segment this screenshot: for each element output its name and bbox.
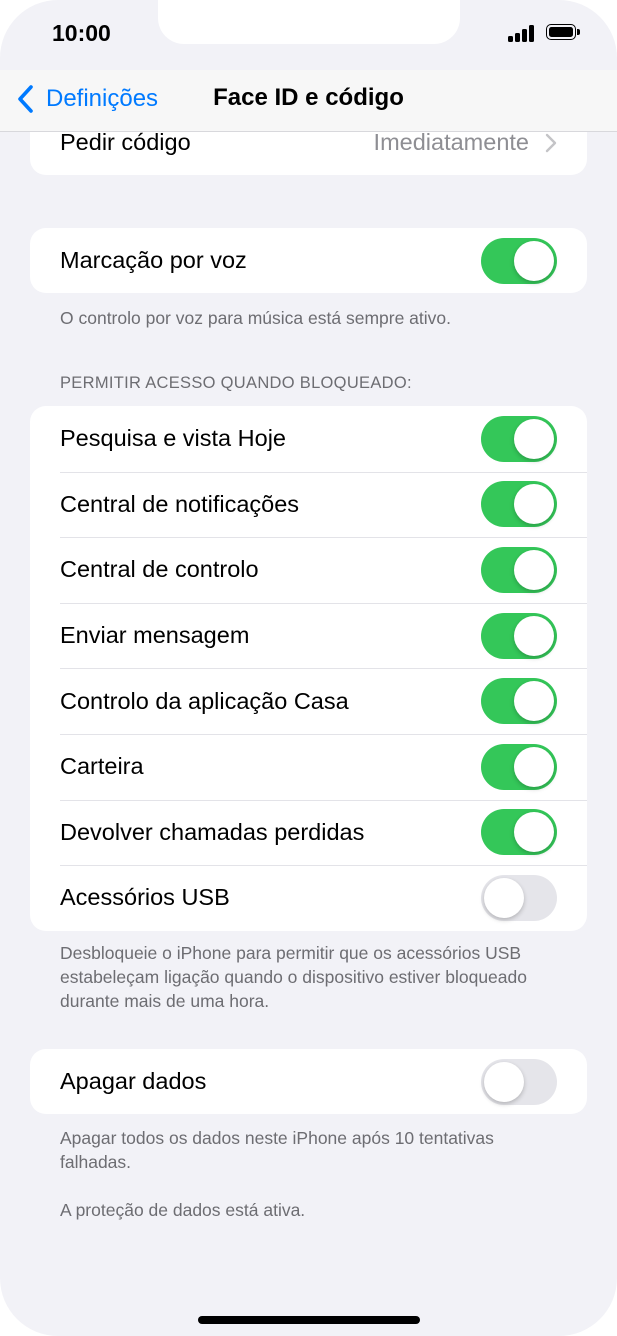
- send-message-toggle[interactable]: [481, 612, 557, 659]
- notification-center-toggle[interactable]: [481, 481, 557, 528]
- data-protection-footer: A proteção de dados está ativa.: [60, 1200, 306, 1220]
- locked-access-row-control-center: Central de controlo: [30, 537, 587, 603]
- locked-access-row-return-missed-calls: Devolver chamadas perdidas: [30, 799, 587, 866]
- require-passcode-group: Pedir código Imediatamente: [30, 131, 587, 175]
- locked-access-row-usb-accessories: Acessórios USB: [30, 865, 587, 931]
- return-missed-calls-label: Devolver chamadas perdidas: [60, 818, 365, 845]
- voice-dial-row: Marcação por voz: [30, 228, 587, 293]
- erase-data-label: Apagar dados: [60, 1068, 207, 1095]
- return-missed-calls-toggle[interactable]: [481, 809, 557, 856]
- locked-access-row-today-view: Pesquisa e vista Hoje: [30, 406, 587, 472]
- locked-access-row-notification-center: Central de notificações: [30, 471, 587, 538]
- battery-icon: [546, 24, 580, 42]
- voice-dial-group: Marcação por voz: [30, 228, 587, 293]
- erase-data-toggle[interactable]: [481, 1058, 557, 1105]
- voice-dial-label: Marcação por voz: [60, 247, 247, 274]
- notch: [158, 0, 460, 44]
- phone-screen: 10:00 Definições Face ID e código Pedir …: [0, 0, 617, 1336]
- status-bar: 10:00: [0, 0, 617, 70]
- locked-access-row-wallet: Carteira: [30, 733, 587, 800]
- require-passcode-label: Pedir código: [60, 131, 191, 156]
- locked-access-row-home-control: Controlo da aplicação Casa: [30, 668, 587, 734]
- today-view-toggle[interactable]: [481, 415, 557, 462]
- page-title: Face ID e código: [213, 84, 404, 111]
- navigation-bar: Definições Face ID e código: [0, 70, 617, 132]
- wallet-toggle[interactable]: [481, 743, 557, 790]
- usb-accessories-toggle[interactable]: [481, 874, 557, 921]
- send-message-label: Enviar mensagem: [60, 622, 250, 649]
- erase-data-group: Apagar dados: [30, 1049, 587, 1114]
- locked-access-header: PERMITIR ACESSO QUANDO BLOQUEADO:: [60, 374, 412, 392]
- home-indicator[interactable]: [198, 1316, 420, 1324]
- settings-list[interactable]: Pedir código Imediatamente Marcação por …: [0, 131, 617, 1336]
- require-passcode-value: Imediatamente: [373, 131, 529, 156]
- home-control-label: Controlo da aplicação Casa: [60, 687, 349, 714]
- wallet-label: Carteira: [60, 753, 144, 780]
- locked-access-row-send-message: Enviar mensagem: [30, 602, 587, 669]
- erase-data-footer: Apagar todos os dados neste iPhone após …: [60, 1128, 494, 1172]
- voice-dial-footer: O controlo por voz para música está semp…: [60, 308, 452, 328]
- home-control-toggle[interactable]: [481, 678, 557, 725]
- control-center-toggle[interactable]: [481, 546, 557, 593]
- require-passcode-row[interactable]: Pedir código Imediatamente: [30, 131, 587, 175]
- status-time: 10:00: [52, 20, 111, 46]
- erase-data-row: Apagar dados: [30, 1049, 587, 1114]
- usb-accessories-label: Acessórios USB: [60, 884, 230, 911]
- usb-accessories-footer: Desbloqueie o iPhone para permitir que o…: [60, 943, 527, 1011]
- chevron-right-icon: [545, 133, 557, 152]
- control-center-label: Central de controlo: [60, 556, 259, 583]
- today-view-label: Pesquisa e vista Hoje: [60, 425, 286, 452]
- notification-center-label: Central de notificações: [60, 490, 300, 517]
- cellular-signal-icon: [508, 24, 538, 42]
- locked-access-group: Pesquisa e vista Hoje Central de notific…: [30, 406, 587, 931]
- voice-dial-toggle[interactable]: [481, 237, 557, 284]
